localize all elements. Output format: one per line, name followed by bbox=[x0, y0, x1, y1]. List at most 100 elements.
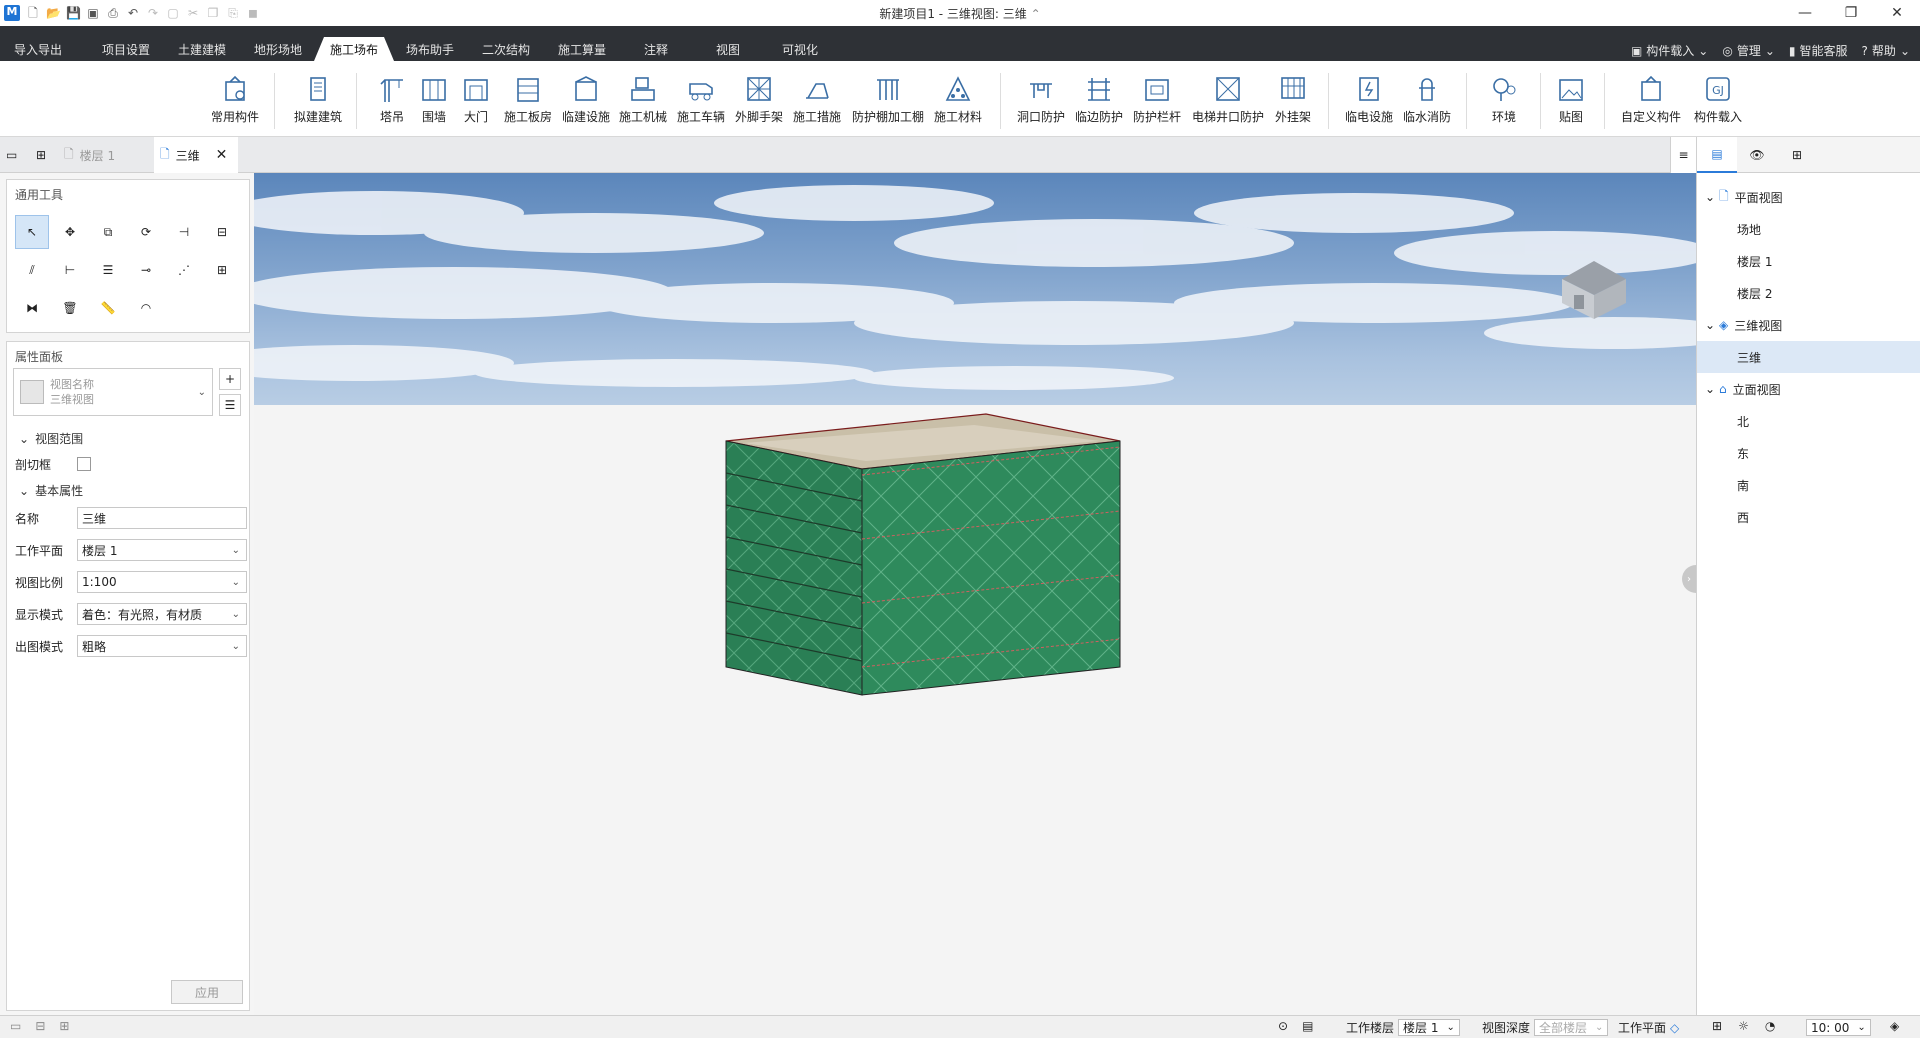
open-icon[interactable]: 📂 bbox=[46, 6, 61, 20]
close-button[interactable]: ✕ bbox=[1874, 0, 1920, 26]
add-view-button[interactable]: + bbox=[219, 368, 241, 390]
vehicle-button[interactable]: 施工车辆 bbox=[672, 61, 730, 137]
dimension-tool[interactable]: ⊢ bbox=[53, 253, 87, 287]
sun-icon[interactable]: ☼ bbox=[1738, 1019, 1749, 1033]
fence-button[interactable]: 围墙 bbox=[414, 61, 454, 137]
tree-node-plan-views[interactable]: ⌄ 🗋 平面视图 bbox=[1697, 181, 1920, 213]
save-icon[interactable]: 💾 bbox=[66, 6, 81, 20]
tile-icon[interactable]: ▭ bbox=[6, 137, 26, 173]
copy-tool[interactable]: ⧉ bbox=[91, 215, 125, 249]
save-all-icon[interactable]: ▣ bbox=[86, 6, 100, 20]
tree-node-site[interactable]: 场地 bbox=[1697, 213, 1920, 245]
section-view-range[interactable]: ⌄ 视图范围 bbox=[19, 430, 83, 447]
guardrail-button[interactable]: 防护栏杆 bbox=[1128, 61, 1186, 137]
elevator-shaft-protection-button[interactable]: 电梯井口防护 bbox=[1188, 61, 1268, 137]
split-tool[interactable]: ⊟ bbox=[205, 215, 239, 249]
construction-measures-button[interactable]: 施工措施 bbox=[788, 61, 846, 137]
view-cube-house[interactable] bbox=[1554, 249, 1634, 321]
protection-shed-button[interactable]: 防护棚加工棚 bbox=[848, 61, 928, 137]
new-icon[interactable]: 🗋 bbox=[26, 6, 40, 20]
time-select[interactable]: 10: 00 ⌄ bbox=[1806, 1019, 1871, 1036]
layout-single-icon[interactable]: ▭ bbox=[10, 1019, 21, 1033]
temp-power-button[interactable]: 临电设施 bbox=[1340, 61, 1398, 137]
tree-node-floor-1[interactable]: 楼层 1 bbox=[1697, 245, 1920, 277]
tree-node-floor-2[interactable]: 楼层 2 bbox=[1697, 277, 1920, 309]
extend-tool[interactable]: ⊸ bbox=[129, 253, 163, 287]
temp-water-fire-button[interactable]: 临水消防 bbox=[1398, 61, 1456, 137]
paste-icon[interactable]: ⎘ bbox=[226, 6, 240, 20]
grid-icon[interactable]: ⊞ bbox=[36, 137, 56, 173]
decal-button[interactable]: 贴图 bbox=[1546, 61, 1596, 137]
shadow-icon[interactable]: ◔ bbox=[1765, 1019, 1775, 1033]
name-field[interactable]: 三维 bbox=[77, 507, 247, 529]
close-icon[interactable]: ✕ bbox=[216, 147, 228, 163]
menu-icon[interactable]: ≡ bbox=[1670, 137, 1696, 173]
grid-toggle-icon[interactable]: ⊞ bbox=[1712, 1019, 1722, 1033]
machinery-button[interactable]: 施工机械 bbox=[614, 61, 672, 137]
smart-service-link[interactable]: ▮ 智能客服 bbox=[1789, 42, 1848, 59]
align-tool[interactable]: ☰ bbox=[91, 253, 125, 287]
tab-civil-modeling[interactable]: 土建建模 bbox=[164, 37, 240, 61]
tree-node-south[interactable]: 南 bbox=[1697, 469, 1920, 501]
copy-icon[interactable]: ❐ bbox=[206, 6, 220, 20]
match-icon[interactable]: ◼ bbox=[246, 6, 260, 20]
hanging-frame-button[interactable]: 外挂架 bbox=[1268, 61, 1318, 137]
layout-quad-icon[interactable]: ⊞ bbox=[59, 1019, 69, 1033]
building-model[interactable] bbox=[725, 413, 1121, 696]
select-tool[interactable]: ↖ bbox=[15, 215, 49, 249]
component-load-link[interactable]: ▣ 构件载入 ⌄ bbox=[1631, 42, 1708, 59]
undo-icon[interactable]: ↶ bbox=[126, 6, 140, 20]
minimize-button[interactable]: — bbox=[1782, 0, 1828, 26]
help-link[interactable]: ? 帮助 ⌄ bbox=[1862, 42, 1910, 59]
tab-terrain-site[interactable]: 地形场地 bbox=[240, 37, 316, 61]
environment-button[interactable]: 环境 bbox=[1476, 61, 1532, 137]
tree-node-north[interactable]: 北 bbox=[1697, 405, 1920, 437]
export-icon[interactable]: ⎙ bbox=[106, 6, 120, 20]
delete-tool[interactable]: 🗑 bbox=[53, 291, 87, 325]
component-load-button[interactable]: GJ 构件载入 bbox=[1688, 61, 1748, 137]
select-icon[interactable]: ▢ bbox=[166, 6, 180, 20]
cut-box-checkbox[interactable] bbox=[77, 457, 91, 471]
gate-button[interactable]: 大门 bbox=[456, 61, 496, 137]
tree-node-3d[interactable]: 三维 bbox=[1697, 341, 1920, 373]
snapshot-icon[interactable]: ▤ bbox=[1302, 1019, 1313, 1033]
group-tool[interactable]: ⊞ bbox=[205, 253, 239, 287]
tower-crane-button[interactable]: 塔吊 bbox=[372, 61, 412, 137]
tree-node-west[interactable]: 西 bbox=[1697, 501, 1920, 533]
tab-components[interactable]: ⊞ bbox=[1777, 137, 1817, 173]
tab-views-browser[interactable]: ▤ bbox=[1697, 137, 1737, 173]
scale-select[interactable]: 1:100 ⌄ bbox=[77, 571, 247, 593]
tab-visibility[interactable]: 👁 bbox=[1737, 137, 1777, 173]
tab-construction-quantity[interactable]: 施工算量 bbox=[544, 37, 620, 61]
tab-construction-layout[interactable]: 施工场布 bbox=[314, 37, 394, 61]
rotate-tool[interactable]: ⟳ bbox=[129, 215, 163, 249]
tree-node-elevation-views[interactable]: ⌄ ⌂ 立面视图 bbox=[1697, 373, 1920, 405]
apply-button[interactable]: 应用 bbox=[171, 980, 243, 1004]
work-floor-select[interactable]: 楼层 1 ⌄ bbox=[1398, 1019, 1460, 1036]
layout-split-icon[interactable]: ⊟ bbox=[35, 1019, 45, 1033]
custom-component-button[interactable]: 自定义构件 bbox=[1618, 61, 1684, 137]
proposed-building-button[interactable]: 拟建建筑 bbox=[288, 61, 348, 137]
tab-project-settings[interactable]: 项目设置 bbox=[88, 37, 164, 61]
3d-viewport[interactable]: › bbox=[254, 173, 1696, 1015]
restore-button[interactable]: ❐ bbox=[1828, 0, 1874, 26]
tab-visualization[interactable]: 可视化 bbox=[764, 37, 836, 61]
view-depth-select[interactable]: 全部楼层 ⌄ bbox=[1534, 1019, 1609, 1036]
tab-annotation[interactable]: 注释 bbox=[620, 37, 692, 61]
manage-link[interactable]: ◎ 管理 ⌄ bbox=[1722, 42, 1775, 59]
offset-tool[interactable]: ⫽ bbox=[15, 253, 49, 287]
common-components-button[interactable]: 常用构件 bbox=[205, 61, 265, 137]
cube-icon[interactable]: ◈ bbox=[1890, 1019, 1899, 1033]
edge-protection-button[interactable]: 临边防护 bbox=[1070, 61, 1128, 137]
section-basic-properties[interactable]: ⌄ 基本属性 bbox=[19, 482, 83, 499]
array-tool[interactable]: ⋰ bbox=[167, 253, 201, 287]
tree-node-3d-views[interactable]: ⌄ ◈ 三维视图 bbox=[1697, 309, 1920, 341]
tab-layout-assistant[interactable]: 场布助手 bbox=[392, 37, 468, 61]
trim-tool[interactable]: ⊣ bbox=[167, 215, 201, 249]
tab-import-export[interactable]: 导入导出 bbox=[0, 37, 76, 61]
output-mode-select[interactable]: 粗略 ⌄ bbox=[77, 635, 247, 657]
zoom-fit-icon[interactable]: ⊙ bbox=[1278, 1019, 1288, 1033]
work-plane-control[interactable]: 工作平面 ◇ bbox=[1618, 1019, 1679, 1036]
tab-view[interactable]: 视图 bbox=[692, 37, 764, 61]
app-logo[interactable]: M bbox=[4, 5, 20, 21]
